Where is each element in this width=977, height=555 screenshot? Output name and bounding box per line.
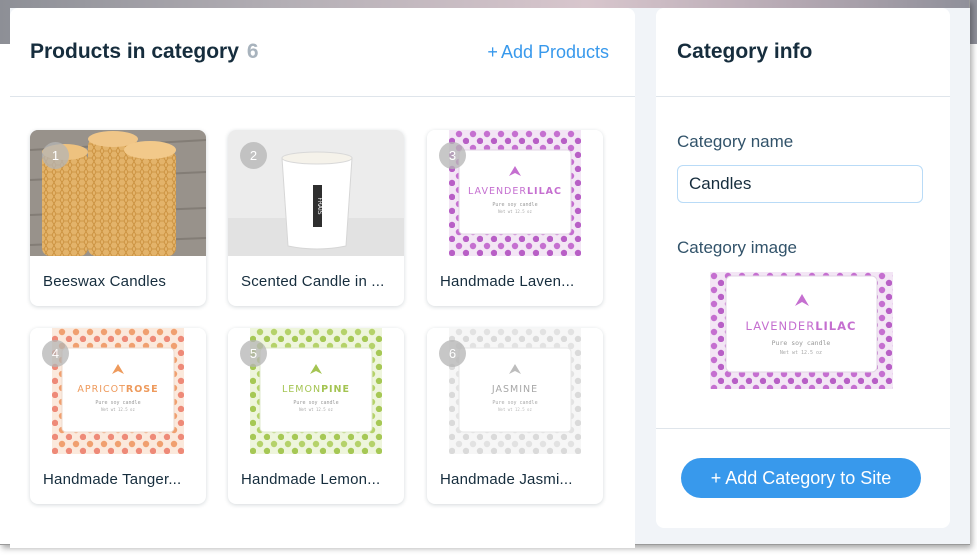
category-image-label: Category image xyxy=(677,238,798,257)
svg-text:Pure soy candle: Pure soy candle xyxy=(772,339,831,347)
svg-text:Net wt 12.5 oz: Net wt 12.5 oz xyxy=(780,350,822,356)
product-tile[interactable]: LEMONPINE Pure soy candle Net wt 12.5 oz… xyxy=(228,328,404,504)
product-tile[interactable]: FRAIS 2 Scented Candle in ... xyxy=(228,130,404,306)
svg-text:Net wt 12.5 oz: Net wt 12.5 oz xyxy=(299,407,333,412)
products-title-text: Products in category xyxy=(30,40,239,63)
svg-text:LAVENDERLILAC: LAVENDERLILAC xyxy=(746,319,857,333)
main-area: Products in category 6 + Add Products 1 … xyxy=(10,8,970,548)
svg-text:LAVENDERLILAC: LAVENDERLILAC xyxy=(468,186,562,197)
products-panel-title: Products in category 6 xyxy=(30,40,259,64)
product-tile[interactable]: 1 Beeswax Candles xyxy=(30,130,206,306)
info-panel-divider xyxy=(656,428,950,429)
svg-text:Pure soy candle: Pure soy candle xyxy=(492,202,537,208)
add-products-label: Add Products xyxy=(500,42,609,62)
category-info-panel: Category info Category name Category ima… xyxy=(656,8,950,528)
plus-icon: + xyxy=(487,42,498,62)
svg-text:JASMINE: JASMINE xyxy=(491,384,538,395)
svg-text:Pure soy candle: Pure soy candle xyxy=(492,400,537,406)
svg-text:Pure soy candle: Pure soy candle xyxy=(293,400,338,406)
add-category-to-site-button[interactable]: + Add Category to Site xyxy=(681,458,921,498)
product-number-badge: 6 xyxy=(439,340,466,367)
product-tile[interactable]: APRICOTROSE Pure soy candle Net wt 12.5 … xyxy=(30,328,206,504)
category-image[interactable]: LAVENDERLILAC Pure soy candle Net wt 12.… xyxy=(710,272,893,389)
svg-text:LEMONPINE: LEMONPINE xyxy=(282,384,350,395)
svg-text:Pure soy candle: Pure soy candle xyxy=(95,400,140,406)
product-name: Handmade Lemon... xyxy=(241,471,381,488)
product-name: Scented Candle in ... xyxy=(241,273,385,290)
frais-brand-text: FRAIS xyxy=(316,197,323,214)
svg-text:Net wt 12.5 oz: Net wt 12.5 oz xyxy=(498,407,532,412)
category-name-label: Category name xyxy=(677,132,794,151)
products-count: 6 xyxy=(246,40,259,63)
svg-text:Net wt 12.5 oz: Net wt 12.5 oz xyxy=(498,209,532,214)
product-number-badge: 4 xyxy=(42,340,69,367)
product-name: Handmade Jasmi... xyxy=(440,471,573,488)
add-products-link[interactable]: + Add Products xyxy=(487,42,609,63)
product-name: Handmade Tanger... xyxy=(43,471,182,488)
category-info-header: Category info xyxy=(656,8,950,97)
category-info-title: Category info xyxy=(677,40,813,63)
product-name: Beeswax Candles xyxy=(43,273,167,290)
product-number-badge: 5 xyxy=(240,340,267,367)
products-panel: Products in category 6 + Add Products 1 … xyxy=(10,8,635,548)
product-tile[interactable]: JASMINE Pure soy candle Net wt 12.5 oz 6… xyxy=(427,328,603,504)
category-name-input[interactable] xyxy=(677,165,923,203)
product-number-badge: 2 xyxy=(240,142,267,169)
product-name: Handmade Laven... xyxy=(440,273,575,290)
category-lavender-candle-image: LAVENDERLILAC Pure soy candle Net wt 12.… xyxy=(710,272,893,389)
products-panel-header: Products in category 6 + Add Products xyxy=(10,8,635,97)
product-tile[interactable]: LAVENDERLILAC Pure soy candle Net wt 12.… xyxy=(427,130,603,306)
svg-text:Net wt 12.5 oz: Net wt 12.5 oz xyxy=(101,407,135,412)
product-number-badge: 1 xyxy=(42,142,69,169)
svg-text:APRICOTROSE: APRICOTROSE xyxy=(77,384,158,395)
product-number-badge: 3 xyxy=(439,142,466,169)
